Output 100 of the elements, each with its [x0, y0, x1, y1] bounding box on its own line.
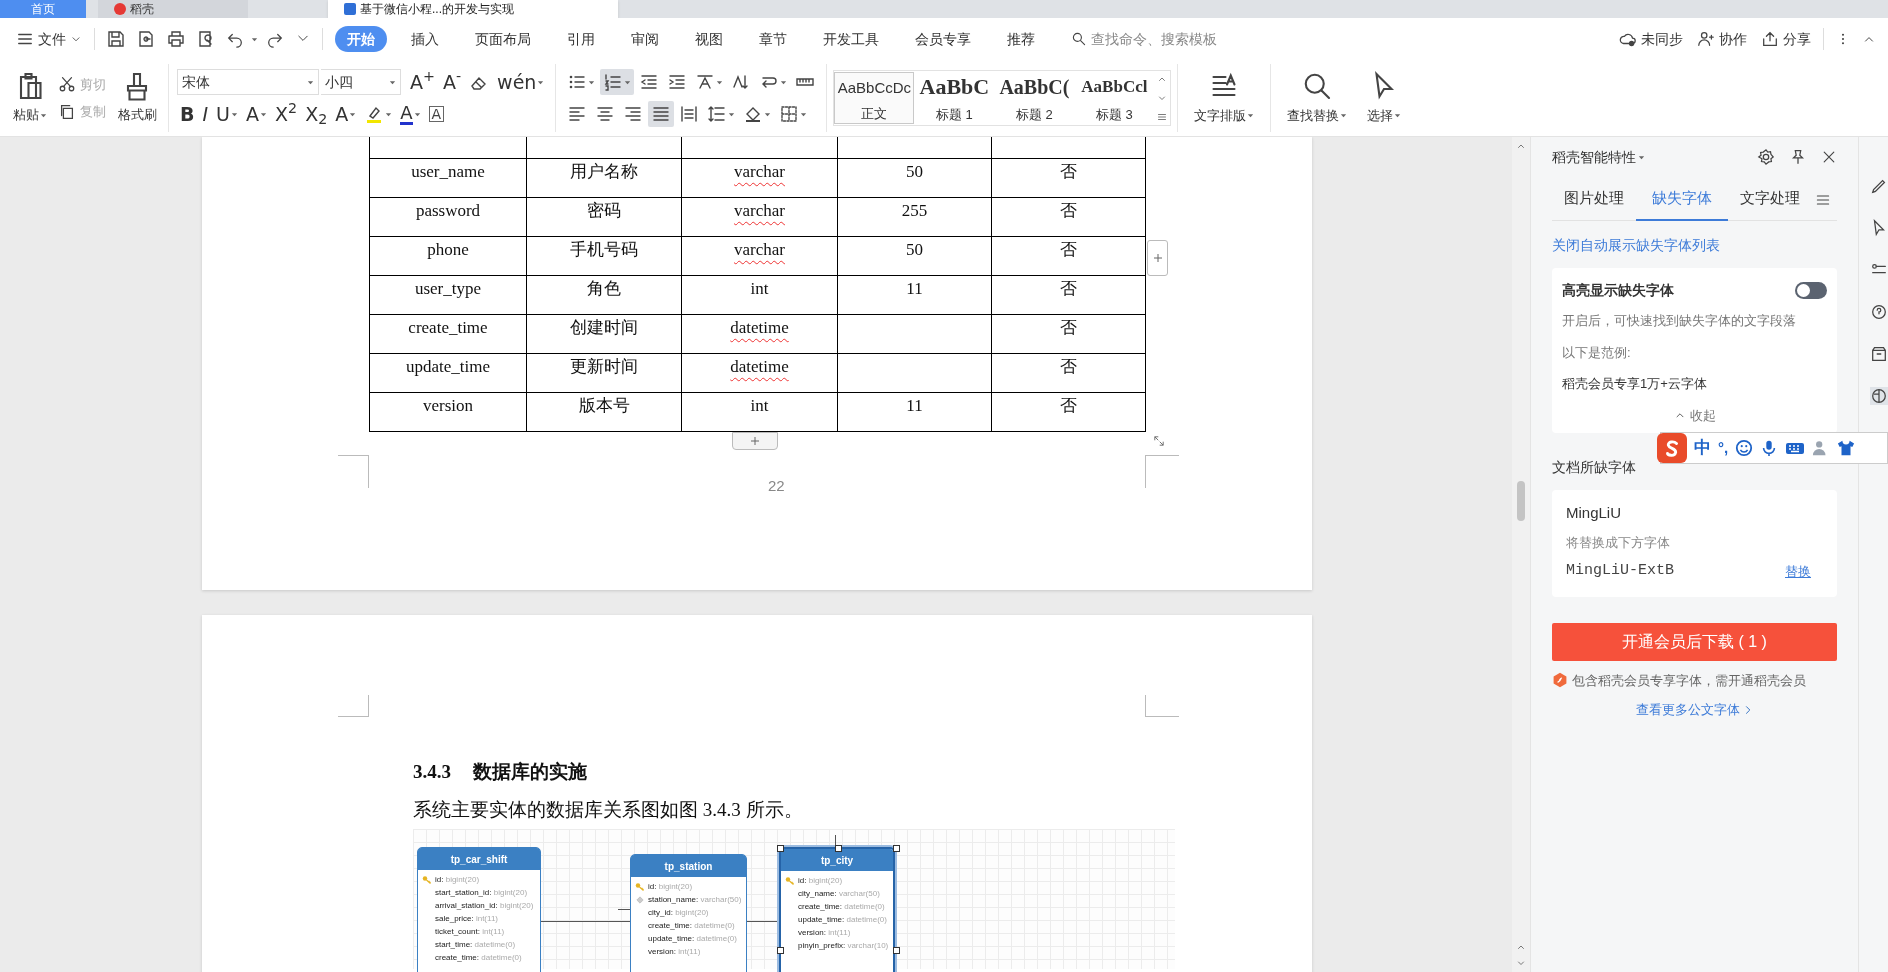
format-button[interactable]: U [213, 101, 241, 127]
caret-icon[interactable] [1394, 112, 1402, 119]
link[interactable]: 关闭自动展示缺失字体列表 [1552, 235, 1837, 256]
ime-mode-toggle[interactable]: 中 [1694, 435, 1711, 461]
toolbar-button[interactable]: 协作 [1697, 28, 1747, 50]
format-button[interactable]: B [177, 101, 198, 127]
table-cell: 255 [837, 197, 992, 237]
more-fonts-link[interactable]: 查看更多公文字体 [1635, 700, 1754, 720]
print-icon[interactable] [166, 29, 186, 49]
ribbon-tab[interactable]: 插入 [399, 26, 451, 52]
replace-link[interactable]: 替换 [1785, 561, 1811, 581]
export-icon[interactable] [136, 29, 156, 49]
align-center-icon [595, 104, 616, 124]
format-button[interactable]: A [243, 101, 270, 127]
ribbon-tab[interactable]: 视图 [683, 26, 735, 52]
format-button[interactable]: A [425, 101, 448, 127]
style-option[interactable]: AaBbC( 标题 2 [994, 72, 1075, 124]
caret-icon[interactable] [40, 111, 47, 119]
pin-icon[interactable] [1789, 148, 1807, 166]
font-dropdown[interactable]: 宋体 [177, 69, 319, 95]
shirt-icon[interactable] [1837, 439, 1856, 457]
resize-handle[interactable] [777, 845, 784, 852]
resize-handle[interactable] [777, 947, 784, 954]
format-button[interactable]: I [199, 101, 212, 127]
caret-icon[interactable] [1638, 153, 1645, 161]
align-right-icon [623, 104, 644, 124]
input-method-bar[interactable]: 中 °, [1660, 432, 1888, 464]
format-button[interactable]: wén [494, 69, 548, 95]
pen-icon[interactable] [1869, 177, 1888, 195]
panel-tab[interactable]: 缺失字体 [1636, 178, 1728, 221]
toggle-switch[interactable] [1795, 282, 1827, 299]
caret-icon[interactable] [780, 78, 788, 86]
format-button[interactable]: X$^{2}$ [272, 101, 301, 127]
search-field[interactable]: 查找命令、搜索模板 [1071, 26, 1251, 52]
ribbon-tab[interactable]: 会员专享 [903, 26, 983, 52]
paste-button[interactable]: 粘贴 [8, 60, 52, 136]
format-button[interactable]: X$_{2}$ [302, 101, 331, 127]
ribbon-tab[interactable]: 审阅 [619, 26, 671, 52]
format-button[interactable]: A [332, 101, 360, 127]
format-button[interactable]: A$^{+}$ [407, 69, 438, 95]
app-tab[interactable]: 基于微信小程...的开发与实现 [328, 0, 618, 18]
caret-icon[interactable] [764, 110, 772, 118]
caret-icon[interactable] [349, 110, 357, 118]
caret-icon[interactable] [1340, 112, 1348, 119]
caret-icon[interactable] [231, 110, 238, 118]
caret-icon[interactable] [728, 110, 736, 118]
close-icon[interactable] [1821, 149, 1837, 165]
expand-icon[interactable] [1157, 112, 1168, 122]
file-menu-button[interactable]: 文件 [12, 25, 86, 53]
scrollbar-thumb[interactable] [1517, 481, 1525, 521]
style-option[interactable]: AaBbCcl 标题 3 [1074, 72, 1155, 124]
panel-tab[interactable]: 文字处理 [1728, 178, 1812, 221]
smiley-icon[interactable] [1735, 439, 1754, 457]
ribbon-tab[interactable]: 页面布局 [463, 26, 543, 52]
style-option[interactable]: AaBbC 标题 1 [914, 72, 995, 124]
store-icon[interactable] [1869, 345, 1888, 363]
paragraph-button[interactable] [600, 69, 635, 95]
ribbon-tab[interactable]: 开发工具 [811, 26, 891, 52]
resize-icon[interactable] [1152, 434, 1166, 448]
style-option[interactable]: AaBbCcDc 正文 [834, 72, 915, 124]
collapse-button[interactable]: 收起 [1673, 405, 1716, 425]
format-button[interactable]: A [397, 101, 424, 127]
caret-icon[interactable] [413, 110, 421, 118]
hint-text: 将替换成下方字体 [1566, 533, 1671, 552]
ribbon-button[interactable]: 选择 [1357, 60, 1412, 136]
caret-icon[interactable] [307, 78, 314, 86]
page-number: 22 [768, 476, 785, 496]
font-size-dropdown[interactable]: 小四 [321, 69, 401, 95]
ribbon-tab[interactable]: 推荐 [995, 26, 1047, 52]
app-tab[interactable]: 稻壳 [98, 0, 248, 18]
caret-icon[interactable] [260, 110, 267, 118]
caret-icon[interactable] [385, 110, 393, 118]
punctuation-toggle[interactable]: °, [1718, 436, 1729, 460]
format-painter-button[interactable]: 格式刷 [112, 60, 162, 136]
table-cell: 否 [991, 353, 1146, 393]
toolbar-button[interactable]: 未同步 [1619, 28, 1683, 50]
resize-handle[interactable] [835, 845, 842, 852]
format-button[interactable]: A$^{-}$ [439, 69, 465, 95]
caret-icon[interactable] [716, 78, 724, 86]
caret-icon[interactable] [624, 78, 632, 86]
ribbon-button[interactable]: 文字排版 [1184, 60, 1265, 136]
ribbon-tab[interactable]: 章节 [747, 26, 799, 52]
settings-icon[interactable] [1757, 148, 1775, 166]
caret-icon[interactable] [800, 110, 808, 118]
help-icon[interactable] [1869, 303, 1888, 321]
save-icon[interactable] [106, 29, 126, 49]
panel-tab[interactable]: 图片处理 [1552, 178, 1636, 221]
caret-icon[interactable] [588, 78, 596, 86]
resize-handle[interactable] [893, 947, 900, 954]
table-cell: user_type [369, 275, 527, 315]
caret-icon[interactable] [537, 78, 545, 86]
paragraph-button[interactable] [648, 101, 675, 127]
ribbon-button[interactable]: 查找替换 [1277, 60, 1358, 136]
ribbon-tab[interactable]: 引用 [555, 26, 607, 52]
caret-icon[interactable] [1247, 112, 1255, 119]
resize-handle[interactable] [893, 845, 900, 852]
panel-title-dropdown[interactable]: 稻壳智能特性 [1552, 146, 1645, 168]
caret-icon[interactable] [251, 35, 258, 43]
toolbar-button[interactable]: 分享 [1761, 28, 1811, 50]
caret-icon[interactable] [389, 78, 396, 86]
